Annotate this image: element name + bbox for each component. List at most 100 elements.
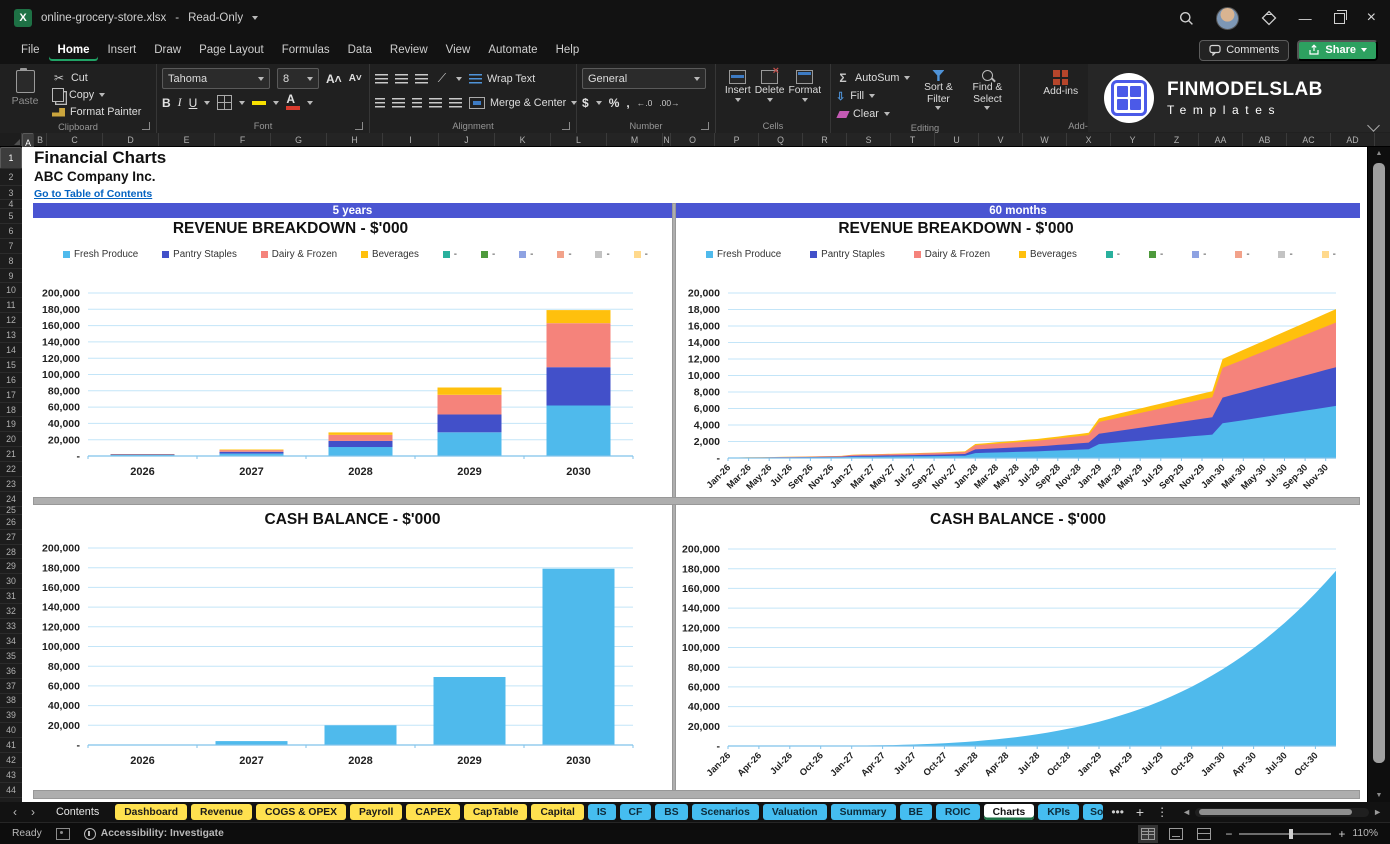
row-header-14[interactable]: 14 xyxy=(0,343,22,358)
hscroll-right-icon[interactable]: ► xyxy=(1373,807,1382,817)
clipboard-dialog-launcher[interactable] xyxy=(142,122,150,130)
italic-button[interactable]: I xyxy=(178,95,182,110)
sort-filter-button[interactable]: Sort & Filter xyxy=(917,68,959,111)
column-header-K[interactable]: K xyxy=(495,133,551,146)
row-header-19[interactable]: 19 xyxy=(0,417,22,433)
row-header-15[interactable]: 15 xyxy=(0,358,22,373)
menu-help[interactable]: Help xyxy=(547,39,589,61)
column-header-F[interactable]: F xyxy=(215,133,271,146)
row-header-30[interactable]: 30 xyxy=(0,574,22,590)
row-header-18[interactable]: 18 xyxy=(0,403,22,418)
sheet-tab-cogs-opex[interactable]: COGS & OPEX xyxy=(255,804,347,820)
column-header-E[interactable]: E xyxy=(159,133,215,146)
diamond-icon[interactable] xyxy=(1261,10,1277,26)
chart-revenue-5y[interactable]: - 20,000 40,000 60,000 80,000 100,000 120,000 1… xyxy=(33,218,672,497)
align-right-button[interactable] xyxy=(412,97,422,108)
chart-cash-5y[interactable]: - 20,000 40,000 60,000 80,000 100,000 120,000 1… xyxy=(33,505,672,790)
percent-style-button[interactable]: % xyxy=(609,96,620,110)
share-button[interactable]: Share xyxy=(1297,39,1378,61)
decrease-decimal-button[interactable]: .00→ xyxy=(659,98,679,108)
merge-center-button[interactable]: Merge & Center xyxy=(469,95,578,111)
sheet-tab-capital[interactable]: Capital xyxy=(531,804,584,820)
column-header-AA[interactable]: AA xyxy=(1199,133,1243,146)
align-left-button[interactable] xyxy=(375,97,385,108)
chart-revenue-60m[interactable]: - 2,000 4,000 6,000 8,000 10,000 12,000 14,000 1… xyxy=(676,218,1360,497)
new-sheet-button[interactable]: + xyxy=(1132,805,1148,819)
column-header-I[interactable]: I xyxy=(383,133,439,146)
scroll-up-icon[interactable]: ▲ xyxy=(1368,150,1390,157)
column-header-J[interactable]: J xyxy=(439,133,495,146)
row-header-9[interactable]: 9 xyxy=(0,269,22,284)
sheet-tab-cf[interactable]: CF xyxy=(619,804,652,820)
page-break-view-button[interactable] xyxy=(1197,827,1212,840)
underline-caret[interactable] xyxy=(204,100,211,105)
column-header-L[interactable]: L xyxy=(551,133,607,146)
borders-button[interactable] xyxy=(217,95,233,110)
sheet-tab-valuation[interactable]: Valuation xyxy=(762,804,827,820)
menu-file[interactable]: File xyxy=(12,39,49,61)
sheet-tab-be[interactable]: BE xyxy=(899,804,932,820)
sheet-tab-contents[interactable]: Contents xyxy=(44,804,111,820)
column-header-Y[interactable]: Y xyxy=(1111,133,1155,146)
column-header-C[interactable]: C xyxy=(47,133,103,146)
macro-record-icon[interactable] xyxy=(55,827,70,840)
copy-button[interactable]: Copy xyxy=(52,87,141,103)
font-name-select[interactable]: Tahoma xyxy=(162,68,270,89)
row-header-33[interactable]: 33 xyxy=(0,619,22,634)
fill-color-caret[interactable] xyxy=(273,100,280,105)
vertical-scroll-thumb[interactable] xyxy=(1373,163,1385,763)
accessibility-status[interactable]: Accessibility: Investigate xyxy=(83,827,224,840)
row-header-12[interactable]: 12 xyxy=(0,313,22,329)
increase-decimal-button[interactable]: ←.0 xyxy=(637,98,653,108)
cut-button[interactable]: ✂ Cut xyxy=(52,70,141,86)
menu-review[interactable]: Review xyxy=(381,39,437,61)
column-header-AB[interactable]: AB xyxy=(1243,133,1287,146)
row-header-23[interactable]: 23 xyxy=(0,477,22,492)
wrap-text-button[interactable]: Wrap Text xyxy=(469,71,535,87)
column-header-AC[interactable]: AC xyxy=(1287,133,1331,146)
row-header-40[interactable]: 40 xyxy=(0,723,22,739)
font-dialog-launcher[interactable] xyxy=(355,122,363,130)
sheet-tab-captable[interactable]: CapTable xyxy=(463,804,528,820)
clear-button[interactable]: Clear xyxy=(836,106,910,122)
menu-draw[interactable]: Draw xyxy=(145,39,190,61)
alignment-dialog-launcher[interactable] xyxy=(562,122,570,130)
column-header-T[interactable]: T xyxy=(891,133,935,146)
sheet-tab-so[interactable]: So xyxy=(1083,804,1104,820)
comments-button[interactable]: Comments xyxy=(1199,39,1290,61)
toc-link[interactable]: Go to Table of Contents xyxy=(34,188,152,200)
menu-view[interactable]: View xyxy=(437,39,480,61)
sheet-options-button[interactable]: ⋮ xyxy=(1152,806,1172,818)
row-header-6[interactable]: 6 xyxy=(0,224,22,239)
orientation-button[interactable]: ⟋ xyxy=(435,71,449,86)
borders-caret[interactable] xyxy=(239,100,246,105)
addins-button[interactable]: Add-ins xyxy=(1043,68,1078,98)
vertical-scrollbar[interactable]: ▲ ▼ xyxy=(1367,147,1390,802)
sheet-tab-capex[interactable]: CAPEX xyxy=(406,804,460,820)
row-header-31[interactable]: 31 xyxy=(0,589,22,605)
row-header-37[interactable]: 37 xyxy=(0,679,22,694)
sheet-canvas[interactable]: Financial Charts ABC Company Inc. Go to … xyxy=(22,147,1368,802)
sheet-tab-dashboard[interactable]: Dashboard xyxy=(115,804,188,820)
row-header-41[interactable]: 41 xyxy=(0,738,22,754)
row-header-38[interactable]: 38 xyxy=(0,694,22,709)
sheet-tab-roic[interactable]: ROIC xyxy=(935,804,980,820)
row-header-28[interactable]: 28 xyxy=(0,545,22,560)
row-header-17[interactable]: 17 xyxy=(0,388,22,403)
bold-button[interactable]: B xyxy=(162,96,171,110)
row-header-44[interactable]: 44 xyxy=(0,783,22,798)
font-color-caret[interactable] xyxy=(307,100,314,105)
normal-view-button[interactable] xyxy=(1138,824,1159,843)
horizontal-scroll-thumb[interactable] xyxy=(1199,809,1353,815)
number-format-select[interactable]: General xyxy=(582,68,706,89)
find-select-button[interactable]: Find & Select xyxy=(966,68,1008,111)
decrease-indent-button[interactable] xyxy=(429,97,442,108)
format-painter-button[interactable]: Format Painter xyxy=(52,104,141,120)
align-center-button[interactable] xyxy=(392,97,405,108)
row-header-7[interactable]: 7 xyxy=(0,239,22,254)
column-header-Q[interactable]: Q xyxy=(759,133,803,146)
row-header-11[interactable]: 11 xyxy=(0,298,22,314)
row-header-42[interactable]: 42 xyxy=(0,753,22,768)
column-header-U[interactable]: U xyxy=(935,133,979,146)
row-header-26[interactable]: 26 xyxy=(0,515,22,530)
